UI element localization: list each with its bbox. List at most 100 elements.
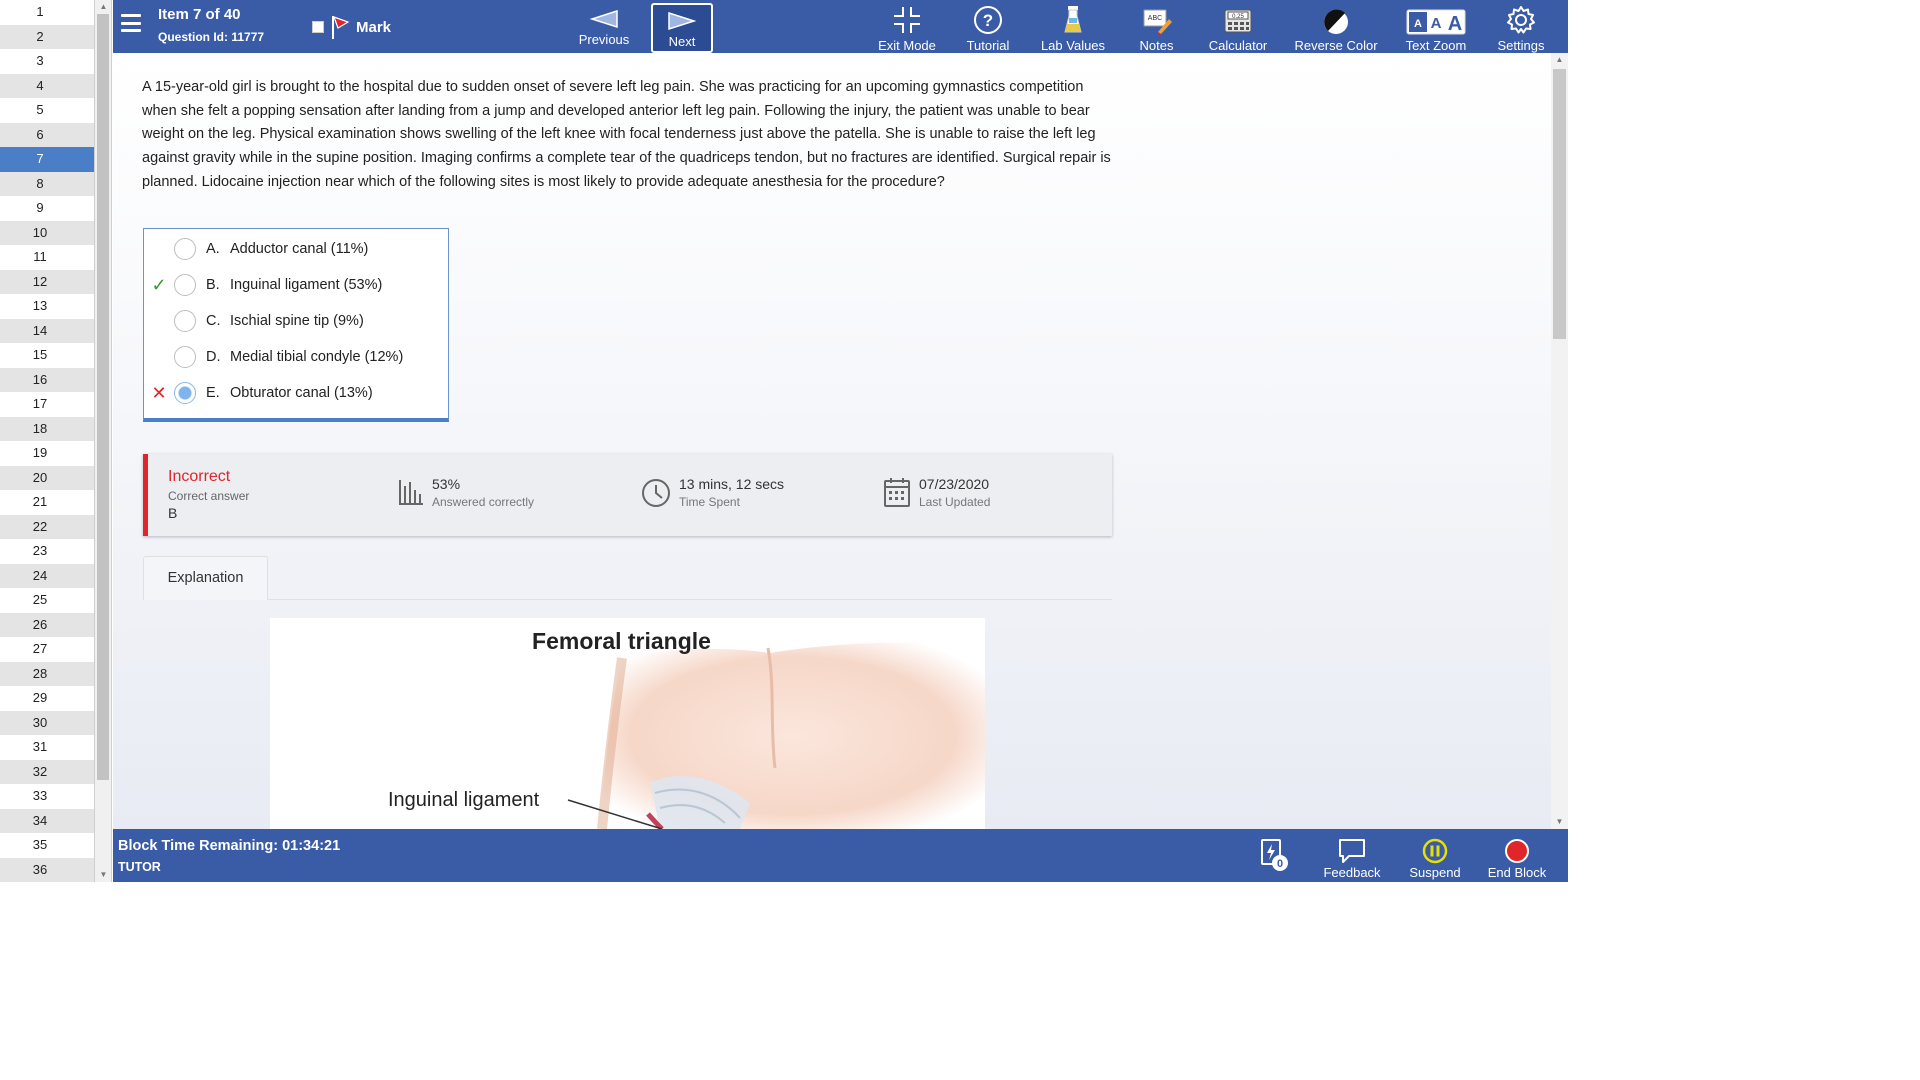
gear-icon [1507,6,1535,34]
content-scrollbar[interactable]: ▲ ▼ [1551,53,1568,829]
last-updated-stat: 07/23/2020 Last Updated [883,476,990,509]
question-list-item[interactable]: 32 [0,759,94,784]
question-list-item[interactable]: 2 [0,24,94,49]
question-list-item[interactable]: 6 [0,122,94,147]
date-label: Last Updated [919,495,991,509]
answer-option[interactable]: C. Ischial spine tip (9%) [144,306,444,336]
scroll-down-icon[interactable]: ▼ [1551,815,1568,829]
clock-icon [642,479,670,507]
percent-label: Answered correctly [432,495,535,509]
radio-button[interactable] [174,346,196,368]
question-list-item[interactable]: 34 [0,808,94,833]
text-zoom-button[interactable]: A A A Text Zoom [1403,4,1469,53]
question-list-item[interactable]: 5 [0,98,94,123]
feedback-label: Feedback [1323,865,1381,880]
question-list-item[interactable]: 26 [0,612,94,637]
exit-mode-button[interactable]: Exit Mode [877,4,937,53]
feedback-button[interactable]: Feedback [1319,838,1385,880]
question-list-item[interactable]: 3 [0,49,94,74]
calculator-icon: 0.25 [1224,9,1252,33]
svg-text:A: A [1414,18,1422,30]
flag-icon [332,16,350,39]
question-list-item[interactable]: 10 [0,220,94,245]
radio-button[interactable] [174,382,196,404]
end-block-button[interactable]: End Block [1485,838,1549,880]
tutorial-button[interactable]: ? Tutorial [963,4,1013,53]
option-text: Inguinal ligament (53%) [230,277,383,293]
calculator-button[interactable]: 0.25 Calculator [1208,4,1268,53]
question-list-item[interactable]: 13 [0,294,94,319]
question-list-item[interactable]: 15 [0,343,94,368]
question-list-scrollbar[interactable]: ▲ ▼ [95,0,112,882]
correct-answer-label: Correct answer [168,489,250,503]
question-list-item[interactable]: 4 [0,73,94,98]
compress-icon [894,7,920,33]
question-list-item[interactable]: 25 [0,588,94,613]
item-counter: Item 7 of 40 [158,6,241,23]
question-list-item[interactable]: 9 [0,196,94,221]
figure-title: Femoral triangle [532,628,711,654]
bar-chart-icon [399,480,423,505]
notes-button[interactable]: ABC Notes [1134,4,1179,53]
reverse-color-button[interactable]: Reverse Color [1293,4,1379,53]
svg-text:0: 0 [1277,858,1283,870]
mark-checkbox[interactable] [312,21,324,33]
app-window: 1 2 3 4 5 6 7 8 9 10 11 12 13 14 15 16 17 18 19 20 21 22 23 24 2… [0,0,1568,882]
question-list-item[interactable]: 1 [0,0,94,25]
notes-icon: ABC [1143,9,1172,35]
settings-button[interactable]: Settings [1493,4,1549,53]
question-list-item[interactable]: 14 [0,318,94,343]
scroll-up-icon[interactable]: ▲ [95,0,112,14]
block-timer: Block Time Remaining: 01:34:21 [118,838,341,854]
question-list-item[interactable]: 28 [0,661,94,686]
answer-option[interactable]: D. Medial tibial condyle (12%) [144,342,444,372]
menu-icon[interactable] [121,14,141,32]
scroll-down-icon[interactable]: ▼ [95,868,112,882]
scroll-up-icon[interactable]: ▲ [1551,53,1568,67]
question-list-item[interactable]: 17 [0,392,94,417]
question-list-item[interactable]: 16 [0,367,94,392]
question-list-item[interactable]: 33 [0,784,94,809]
question-list-item[interactable]: 30 [0,710,94,735]
answer-option[interactable]: ✕ E. Obturator canal (13%) [144,378,444,408]
question-list-item[interactable]: 7 [0,147,94,172]
question-list-item[interactable]: 19 [0,441,94,466]
arrow-left-icon [589,9,618,29]
question-list-item[interactable]: 8 [0,171,94,196]
scrollbar-thumb[interactable] [1553,69,1566,339]
answer-option[interactable]: ✓ B. Inguinal ligament (53%) [144,270,444,300]
mark-toggle[interactable]: Mark [312,14,391,40]
question-list-item[interactable]: 29 [0,686,94,711]
radio-button[interactable] [174,274,196,296]
answer-option[interactable]: A. Adductor canal (11%) [144,234,444,264]
next-button[interactable]: Next [651,3,713,53]
previous-button[interactable]: Previous [573,3,635,53]
flashcard-button[interactable]: 0 [1257,838,1291,875]
question-list-item[interactable]: 22 [0,514,94,539]
time-value: 13 mins, 12 secs [679,476,785,492]
question-list-item[interactable]: 36 [0,857,94,882]
question-list-item[interactable]: 27 [0,637,94,662]
suspend-button[interactable]: Suspend [1405,838,1465,880]
explanation-figure: Femoral triangle Inguinal ligament [270,618,985,829]
exit-mode-label: Exit Mode [878,38,936,53]
question-list-item[interactable]: 35 [0,833,94,858]
percent-correct-stat: 53% Answered correctly [398,476,534,509]
lab-values-button[interactable]: Lab Values [1038,4,1108,53]
scrollbar-thumb[interactable] [97,14,109,780]
question-list-item[interactable]: 23 [0,539,94,564]
tab-explanation[interactable]: Explanation [143,556,268,600]
radio-button[interactable] [174,238,196,260]
radio-button[interactable] [174,310,196,332]
question-list-item[interactable]: 20 [0,465,94,490]
notes-label: Notes [1139,38,1174,53]
time-spent-stat: 13 mins, 12 secs Time Spent [641,476,784,509]
question-list-item[interactable]: 24 [0,563,94,588]
question-list-item[interactable]: 12 [0,269,94,294]
question-list-item[interactable]: 11 [0,245,94,270]
question-list-item[interactable]: 21 [0,490,94,515]
question-list-item[interactable]: 18 [0,416,94,441]
settings-label: Settings [1497,38,1545,53]
option-letter: D. [206,349,221,365]
question-list-item[interactable]: 31 [0,735,94,760]
